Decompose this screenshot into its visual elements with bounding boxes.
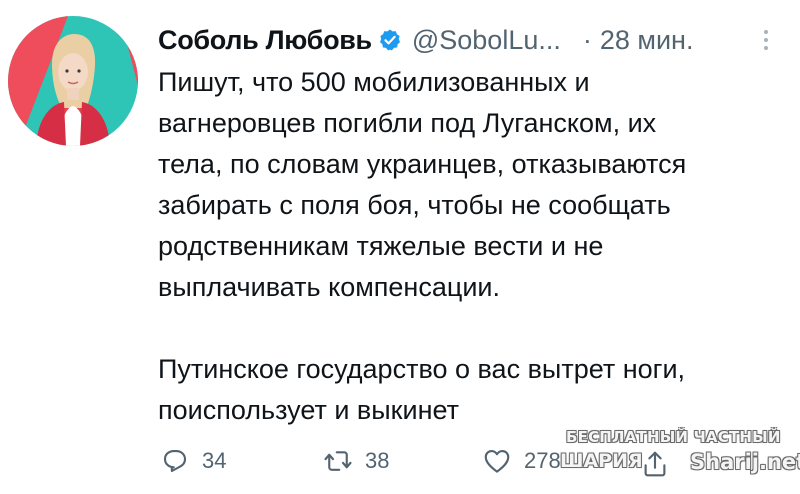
tweet-paragraph: Пишут, что 500 мобилизованных и вагнеров…	[158, 67, 687, 302]
tweet-card[interactable]: Соболь Любовь @SobolLu... · 28 мин. Пишу…	[0, 0, 800, 494]
reply-button[interactable]: 34	[160, 446, 226, 476]
reply-count: 34	[202, 448, 227, 473]
watermark-line2: ШАРИЯ	[560, 450, 643, 472]
reply-icon	[160, 446, 190, 476]
retweet-button[interactable]: 38	[323, 446, 389, 476]
heart-icon	[482, 446, 512, 476]
like-button[interactable]: 278	[482, 446, 561, 476]
tweet-header: Соболь Любовь @SobolLu... · 28 мин.	[158, 20, 776, 60]
watermark-line1: БЕСПЛАТНЫЙ ЧАСТНЫЙ	[566, 428, 781, 446]
more-dots-icon[interactable]	[756, 25, 776, 55]
watermark-line3: Sharij.net	[690, 450, 800, 474]
author-name[interactable]: Соболь Любовь	[158, 25, 372, 56]
author-avatar[interactable]	[8, 16, 138, 146]
verified-badge-icon	[378, 28, 402, 52]
channel-watermark: БЕСПЛАТНЫЙ ЧАСТНЫЙ ШАРИЯ Sharij.net	[560, 428, 800, 478]
tweet-paragraph: Путинское государство о вас вытрет ноги,…	[158, 354, 686, 425]
like-count: 278	[524, 448, 561, 473]
header-separator: ·	[582, 24, 592, 55]
tweet-timestamp[interactable]: 28 мин.	[600, 25, 694, 56]
retweet-count: 38	[365, 448, 390, 473]
author-handle[interactable]: @SobolLu...	[412, 25, 561, 56]
retweet-icon	[323, 446, 353, 476]
tweet-text: Пишут, что 500 мобилизованных и вагнеров…	[158, 62, 788, 431]
avatar-image	[8, 16, 138, 146]
